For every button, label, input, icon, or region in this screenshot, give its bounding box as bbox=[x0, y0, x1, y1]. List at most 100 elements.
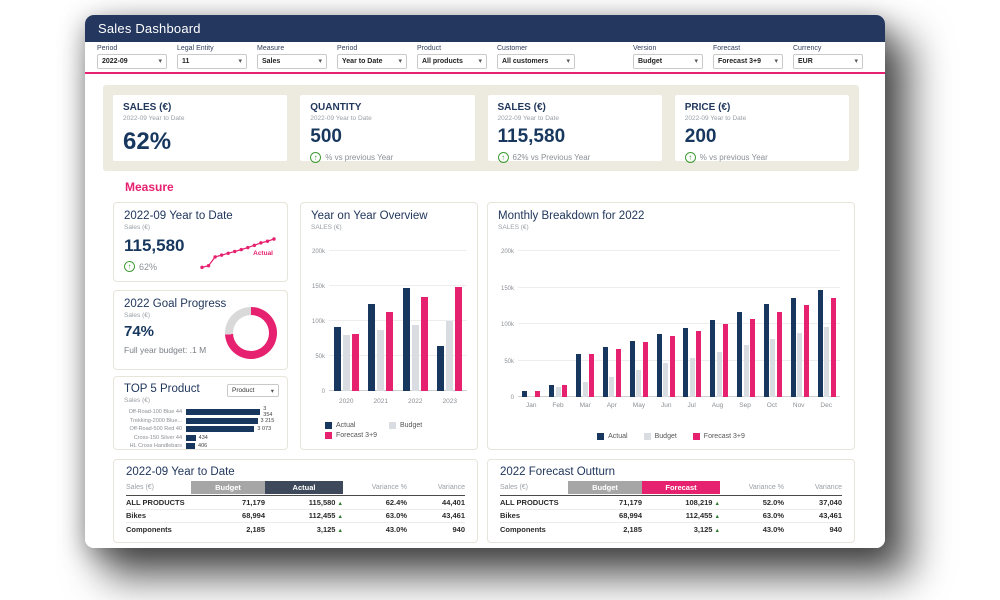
filter-dropdown[interactable]: Forecast 3+9▾ bbox=[713, 54, 783, 69]
x-axis-label: Oct bbox=[767, 402, 777, 409]
bar-forecast-3-9 bbox=[616, 349, 621, 397]
table-row: Components2,1853,125 ▲43.0%940 bbox=[126, 523, 465, 537]
bars-area bbox=[518, 251, 840, 397]
title-bar: Sales Dashboard bbox=[85, 15, 885, 42]
kpi-subtitle: 2022-09 Year to Date bbox=[685, 115, 839, 122]
x-axis-label: Apr bbox=[607, 402, 617, 409]
row-label: ALL PRODUCTS bbox=[126, 498, 191, 507]
top5-bar-track: 3 354 bbox=[186, 406, 277, 418]
table-title: 2022-09 Year to Date bbox=[126, 466, 465, 478]
top5-bar bbox=[186, 426, 254, 432]
bar-actual bbox=[630, 341, 635, 397]
kpi-title: SALES (€) bbox=[498, 102, 652, 113]
goal-progress-card: 2022 Goal Progress Sales (€) 74% Full ye… bbox=[113, 290, 288, 370]
bar-forecast-3-9 bbox=[723, 324, 728, 397]
x-axis-label: 2021 bbox=[374, 398, 388, 405]
chevron-down-icon: ▾ bbox=[318, 58, 322, 65]
bar-group bbox=[549, 251, 567, 397]
filter-product: Product All products▾ bbox=[417, 45, 497, 69]
budget-value: 2,185 bbox=[568, 525, 642, 534]
filter-dropdown[interactable]: 11▾ bbox=[177, 54, 247, 69]
kpi-band: SALES (€)2022-09 Year to Date62%QUANTITY… bbox=[103, 85, 859, 171]
chart-subtitle: SALES (€) bbox=[311, 224, 467, 231]
x-axis-label: Jan bbox=[526, 402, 536, 409]
ytd-variance-table: 2022-09 Year to Date Sales (€) Budget Ac… bbox=[113, 459, 478, 543]
legend-item: Budget bbox=[389, 422, 453, 429]
bar-budget bbox=[824, 327, 829, 397]
bar-forecast-3-9 bbox=[777, 312, 782, 397]
page-title: Sales Dashboard bbox=[98, 21, 201, 36]
bar-forecast-3-9 bbox=[670, 336, 675, 397]
yoy-plot-area: 050k100k150k200k bbox=[329, 251, 467, 391]
variance-value: 37,040 bbox=[784, 498, 842, 507]
top5-bar-label: Off-Road-100 Blue 44 bbox=[124, 409, 186, 415]
actual-value: 112,455 ▲ bbox=[265, 511, 343, 520]
kpi-delta-text: % vs previous Year bbox=[325, 153, 393, 162]
top5-product-card: TOP 5 Product Product ▾ Sales (€) Off-Ro… bbox=[113, 376, 288, 450]
filter-customer: CustomerAll customers▾ bbox=[497, 45, 577, 69]
x-axis-label: Sep bbox=[739, 402, 751, 409]
variance-pct-value: 62.4% bbox=[343, 498, 407, 507]
bar-forecast-3-9 bbox=[421, 297, 428, 391]
chevron-down-icon: ▾ bbox=[238, 58, 242, 65]
variance-header: Variance bbox=[407, 484, 465, 491]
filter-dropdown[interactable]: All customers▾ bbox=[497, 54, 575, 69]
filter-dropdown[interactable]: Year to Date▾ bbox=[337, 54, 407, 69]
bar-actual bbox=[791, 298, 796, 397]
top5-bar-value: 3 215 bbox=[261, 418, 275, 424]
legend-item: Forecast 3+9 bbox=[325, 432, 389, 439]
filter-dropdown[interactable]: 2022-09▾ bbox=[97, 54, 167, 69]
x-axis-label: Jul bbox=[687, 402, 695, 409]
budget-value: 71,179 bbox=[191, 498, 265, 507]
legend-swatch bbox=[389, 422, 396, 429]
table-row: Components2,1853,125 ▲43.0%940 bbox=[500, 523, 842, 537]
row-label: Bikes bbox=[126, 511, 191, 520]
kpi-value: 115,580 bbox=[498, 126, 652, 148]
svg-text:Actual: Actual bbox=[253, 250, 273, 257]
filter-period: PeriodYear to Date▾ bbox=[337, 45, 417, 69]
chevron-down-icon: ▾ bbox=[694, 58, 698, 65]
row-label: ALL PRODUCTS bbox=[500, 498, 568, 507]
product-dropdown[interactable]: Product ▾ bbox=[227, 384, 279, 397]
filter-measure: MeasureSales▾ bbox=[257, 45, 337, 69]
legend-label: Budget bbox=[655, 433, 677, 440]
top5-bar-label: Trekking-2000 Blue... bbox=[124, 418, 186, 424]
kpi-title: PRICE (€) bbox=[685, 102, 839, 113]
bar-actual bbox=[818, 290, 823, 397]
bar-forecast-3-9 bbox=[562, 385, 567, 397]
bar-group bbox=[737, 251, 755, 397]
filter-dropdown[interactable]: Budget▾ bbox=[633, 54, 703, 69]
monthly-breakdown-chart-card: Monthly Breakdown for 2022 SALES (€) 050… bbox=[487, 202, 855, 450]
bar-actual bbox=[737, 312, 742, 397]
kpi-subtitle: 2022-09 Year to Date bbox=[498, 115, 652, 122]
bar-actual bbox=[603, 347, 608, 397]
x-axis-label: Jun bbox=[661, 402, 671, 409]
x-axis-label: Aug bbox=[712, 402, 724, 409]
bar-forecast-3-9 bbox=[831, 298, 836, 397]
bar-actual bbox=[576, 354, 581, 397]
bar-budget bbox=[556, 387, 561, 397]
filter-label: Product bbox=[417, 45, 497, 52]
bar-group bbox=[603, 251, 621, 397]
filter-label: Period bbox=[97, 45, 177, 52]
filter-dropdown[interactable]: All products▾ bbox=[417, 54, 487, 69]
x-axis-label: May bbox=[633, 402, 645, 409]
legend-label: Actual bbox=[336, 422, 355, 429]
chevron-down-icon: ▾ bbox=[566, 58, 570, 65]
chevron-down-icon: ▾ bbox=[158, 58, 162, 65]
legend-swatch bbox=[644, 433, 651, 440]
product-dropdown-value: Product bbox=[232, 387, 254, 394]
filter-dropdown[interactable]: Sales▾ bbox=[257, 54, 327, 69]
top5-bar-track: 3 215 bbox=[186, 418, 277, 424]
kpi-delta: ↑% vs previous Year bbox=[310, 152, 464, 163]
table-row: Bikes68,994112,455 ▲63.0%43,461 bbox=[126, 510, 465, 524]
card-title: 2022-09 Year to Date bbox=[124, 210, 277, 222]
filter-dropdown[interactable]: EUR▾ bbox=[793, 54, 863, 69]
legend-item: Budget bbox=[644, 433, 677, 440]
kpi-card: PRICE (€)2022-09 Year to Date200↑% vs pr… bbox=[675, 95, 849, 161]
chevron-down-icon: ▾ bbox=[774, 58, 778, 65]
kpi-subtitle: 2022-09 Year to Date bbox=[310, 115, 464, 122]
actual-column-header: Actual bbox=[265, 481, 343, 494]
goal-donut-chart bbox=[225, 307, 277, 359]
year-on-year-chart-card: Year on Year Overview SALES (€) 050k100k… bbox=[300, 202, 478, 450]
